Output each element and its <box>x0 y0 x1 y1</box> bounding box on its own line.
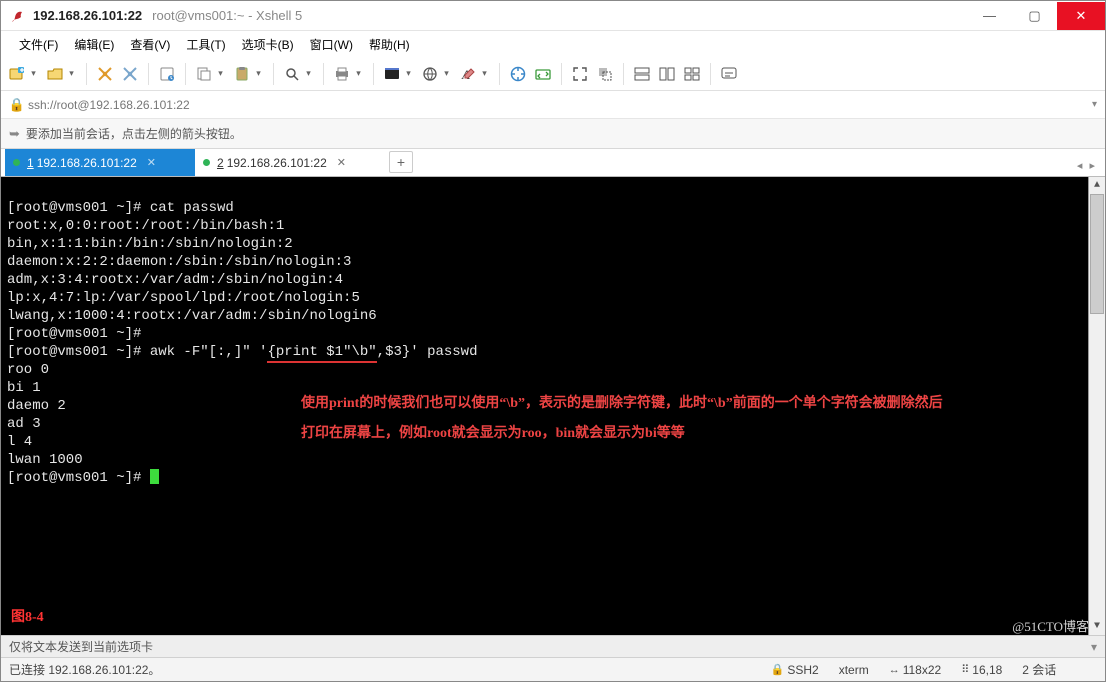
terminal-output: [root@vms001 ~]# cat passwd root:x,0:0:r… <box>7 200 377 342</box>
copy-button[interactable] <box>192 61 216 87</box>
scroll-up-icon[interactable]: ▲ <box>1089 177 1105 194</box>
caps-indicator <box>1070 663 1073 677</box>
lock-icon: 🔒 <box>771 663 785 676</box>
menu-tabs[interactable]: 选项卡(B) <box>234 33 302 56</box>
tab-scroll-icons[interactable]: ◂ ▸ <box>1077 159 1105 176</box>
find-button[interactable] <box>280 61 304 87</box>
status-dot-icon <box>13 159 20 166</box>
info-bar: ➥ 要添加当前会话，点击左侧的箭头按钮。 <box>1 119 1105 149</box>
scroll-thumb[interactable] <box>1090 194 1104 314</box>
tile-horizontal-button[interactable] <box>630 61 654 87</box>
transparent-button[interactable] <box>593 61 617 87</box>
info-text: 要添加当前会话，点击左侧的箭头按钮。 <box>26 125 242 142</box>
new-session-button[interactable] <box>5 61 29 87</box>
session-tab-2[interactable]: 2 192.168.26.101:22 ✕ <box>195 149 385 176</box>
grid-icon: ⠿ <box>961 663 969 676</box>
close-tab-icon[interactable]: ✕ <box>337 156 346 169</box>
dropdown-icon[interactable]: ▾ <box>29 68 38 79</box>
status-protocol: 🔒SSH2 <box>771 663 819 677</box>
send-target-text: 仅将文本发送到当前选项卡 <box>9 638 153 655</box>
paste-button[interactable] <box>230 61 254 87</box>
maximize-button[interactable]: ▢ <box>1012 2 1057 30</box>
app-icon <box>9 8 25 24</box>
open-session-button[interactable] <box>43 61 67 87</box>
watermark: @51CTO博客 <box>1012 618 1089 635</box>
tile-vertical-button[interactable] <box>655 61 679 87</box>
status-sessions: 2 会话 <box>1022 661 1056 678</box>
menu-tools[interactable]: 工具(T) <box>178 33 233 56</box>
lock-icon: 🔒 <box>9 97 25 113</box>
status-size: ↔118x22 <box>889 663 941 677</box>
close-button[interactable]: ✕ <box>1057 2 1105 30</box>
menu-window[interactable]: 窗口(W) <box>302 33 361 56</box>
dropdown-icon[interactable]: ▾ <box>304 68 313 79</box>
address-url[interactable]: ssh://root@192.168.26.101:22 <box>28 98 1086 112</box>
properties-button[interactable] <box>155 61 179 87</box>
title-sub: root@vms001:~ - Xshell 5 <box>152 8 302 23</box>
dropdown-icon[interactable]: ▾ <box>67 68 76 79</box>
fullscreen-button[interactable] <box>568 61 592 87</box>
xftp-button[interactable] <box>531 61 555 87</box>
scroll-down-icon[interactable]: ▼ <box>1089 618 1105 635</box>
minimize-button[interactable]: — <box>967 2 1012 30</box>
close-tab-icon[interactable]: ✕ <box>147 156 156 169</box>
tile-grid-button[interactable] <box>680 61 704 87</box>
menu-edit[interactable]: 编辑(E) <box>66 33 122 56</box>
dropdown-icon[interactable]: ▾ <box>1091 640 1097 654</box>
send-target-bar[interactable]: 仅将文本发送到当前选项卡 ▾ <box>1 635 1105 657</box>
xagent-button[interactable] <box>506 61 530 87</box>
add-session-icon[interactable]: ➥ <box>9 126 20 142</box>
font-button[interactable]: A <box>456 61 480 87</box>
cursor-icon <box>150 469 159 484</box>
dropdown-icon[interactable]: ▾ <box>404 68 413 79</box>
tab-label: 192.168.26.101:22 <box>37 156 137 170</box>
awk-highlight: {print $1"\b" <box>267 343 376 361</box>
status-connection: 已连接 192.168.26.101:22。 <box>9 661 160 678</box>
menu-help[interactable]: 帮助(H) <box>361 33 418 56</box>
color-scheme-button[interactable] <box>380 61 404 87</box>
annotation-text: 使用print的时候我们也可以使用“\b”，表示的是删除字符键，此时“\b”前面… <box>301 389 955 449</box>
tab-seq: 1 <box>27 156 34 170</box>
menu-file[interactable]: 文件(F) <box>11 33 66 56</box>
new-tab-button[interactable]: + <box>389 151 413 173</box>
terminal-output-2: roo 0 bi 1 daemo 2 ad 3 l 4 lwan 1000 <box>7 362 83 468</box>
terminal-cmd-prefix: [root@vms001 ~]# awk -F"[:,]" ' <box>7 344 267 360</box>
disconnect-button[interactable] <box>118 61 142 87</box>
dropdown-icon[interactable]: ▾ <box>442 68 451 79</box>
tab-bar: 1 192.168.26.101:22 ✕ 2 192.168.26.101:2… <box>1 149 1105 177</box>
resize-icon: ↔ <box>889 664 900 676</box>
title-main: 192.168.26.101:22 <box>33 8 142 23</box>
print-button[interactable] <box>330 61 354 87</box>
menu-view[interactable]: 查看(V) <box>122 33 178 56</box>
quick-command-button[interactable] <box>717 61 741 87</box>
dropdown-icon[interactable]: ▾ <box>216 68 225 79</box>
address-bar[interactable]: 🔒 ssh://root@192.168.26.101:22 ▾ <box>1 91 1105 119</box>
session-tab-1[interactable]: 1 192.168.26.101:22 ✕ <box>5 149 195 176</box>
terminal-prompt: [root@vms001 ~]# <box>7 470 150 486</box>
status-dot-icon <box>203 159 210 166</box>
tab-seq: 2 <box>217 156 224 170</box>
terminal[interactable]: [root@vms001 ~]# cat passwd root:x,0:0:r… <box>1 177 1105 635</box>
menubar: 文件(F) 编辑(E) 查看(V) 工具(T) 选项卡(B) 窗口(W) 帮助(… <box>1 31 1105 57</box>
toolbar: ▾ ▾ ▾ ▾ ▾ ▾ ▾ ▾ A▾ <box>1 57 1105 91</box>
terminal-scrollbar[interactable]: ▲ ▼ <box>1088 177 1105 635</box>
tab-label: 192.168.26.101:22 <box>227 156 327 170</box>
encoding-button[interactable] <box>418 61 442 87</box>
titlebar: 192.168.26.101:22 root@vms001:~ - Xshell… <box>1 1 1105 31</box>
dropdown-icon[interactable]: ▾ <box>480 68 489 79</box>
status-bar: 已连接 192.168.26.101:22。 🔒SSH2 xterm ↔118x… <box>1 657 1105 681</box>
terminal-cmd-suffix: ,$3}' passwd <box>377 344 478 360</box>
figure-label: 图8-4 <box>11 609 44 627</box>
status-termtype: xterm <box>839 663 869 677</box>
reconnect-button[interactable] <box>93 61 117 87</box>
dropdown-icon[interactable]: ▾ <box>354 68 363 79</box>
num-indicator <box>1094 663 1097 677</box>
dropdown-icon[interactable]: ▾ <box>254 68 263 79</box>
dropdown-icon[interactable]: ▾ <box>1092 99 1097 110</box>
status-cursor-pos: ⠿16,18 <box>961 663 1002 677</box>
